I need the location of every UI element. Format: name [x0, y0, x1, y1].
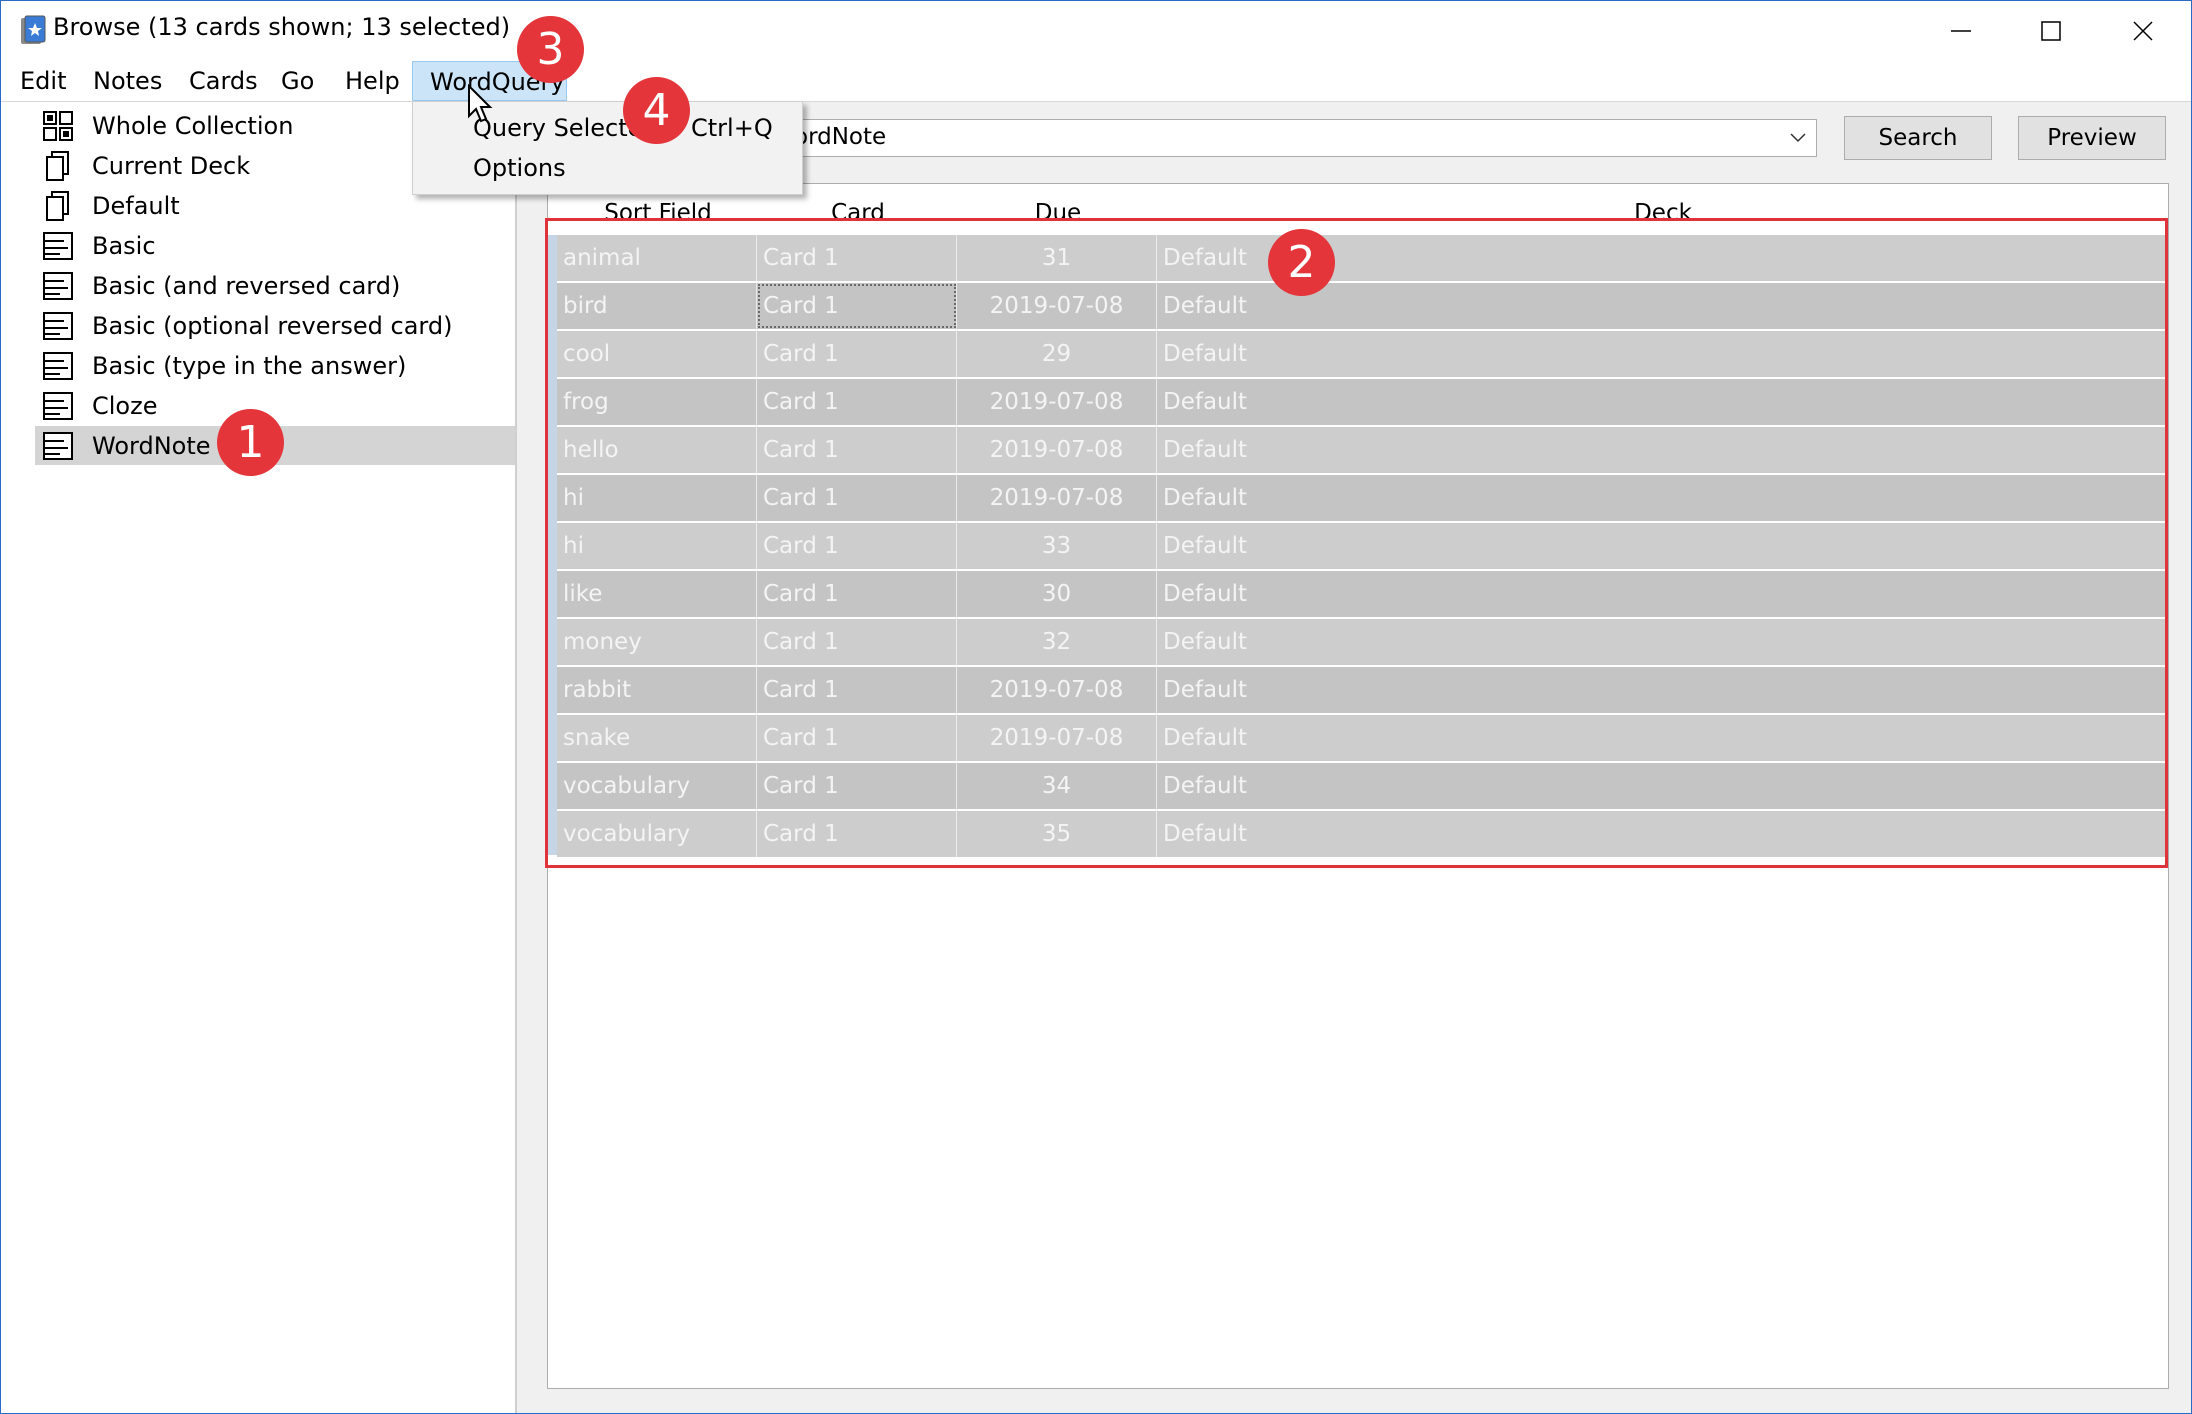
window-title: Browse (13 cards shown; 13 selected) — [53, 13, 511, 41]
mouse-cursor-icon — [468, 84, 493, 123]
sidebar: Whole Collection Current Deck Default Ba… — [1, 102, 517, 1413]
minimize-button[interactable] — [1915, 1, 2007, 61]
note-type-icon — [43, 391, 73, 420]
maximize-icon — [2041, 21, 2061, 41]
minimize-icon — [1951, 30, 1971, 32]
annotation-badge-2: 2 — [1268, 229, 1335, 296]
sidebar-item-label: Current Deck — [92, 151, 251, 180]
sidebar-item-basic-optional-reversed[interactable]: Basic (optional reversed card) — [35, 306, 515, 345]
deck-icon — [46, 190, 69, 221]
note-type-icon — [43, 231, 73, 260]
sidebar-item-label: Basic (type in the answer) — [92, 351, 407, 380]
menu-edit[interactable]: Edit — [3, 61, 83, 101]
sidebar-item-label: Default — [92, 191, 180, 220]
search-input-value: ordNote — [794, 124, 887, 150]
menu-go[interactable]: Go — [264, 61, 331, 101]
title-bar: Browse (13 cards shown; 13 selected) — [1, 1, 2191, 61]
preview-button[interactable]: Preview — [2018, 116, 2166, 160]
sidebar-item-basic[interactable]: Basic — [35, 226, 515, 265]
sidebar-item-label: Whole Collection — [92, 111, 294, 140]
annotation-badge-1: 1 — [217, 409, 284, 476]
shortcut-label: Ctrl+Q — [691, 114, 773, 142]
sidebar-item-label: Basic (and reversed card) — [92, 271, 401, 300]
close-icon — [2133, 21, 2153, 41]
menu-item-options[interactable]: Options — [473, 154, 566, 182]
sidebar-item-label: Cloze — [92, 391, 158, 420]
annotation-badge-4: 4 — [623, 77, 690, 144]
sidebar-item-label: Basic (optional reversed card) — [92, 311, 453, 340]
browse-window: Browse (13 cards shown; 13 selected) Edi… — [0, 0, 2192, 1414]
menu-bar: Edit Notes Cards Go Help WordQuery — [1, 61, 2191, 102]
annotation-highlight-box — [545, 218, 2168, 868]
close-button[interactable] — [2097, 1, 2189, 61]
anki-app-icon — [21, 15, 46, 44]
note-type-icon — [43, 271, 73, 300]
menu-cards[interactable]: Cards — [172, 61, 275, 101]
search-input[interactable]: ordNote — [779, 119, 1817, 157]
collection-icon — [43, 110, 73, 141]
sidebar-item-label: Basic — [92, 231, 156, 260]
menu-notes[interactable]: Notes — [76, 61, 179, 101]
note-type-icon — [43, 311, 73, 340]
annotation-badge-3: 3 — [517, 16, 584, 83]
sidebar-item-basic-reversed[interactable]: Basic (and reversed card) — [35, 266, 515, 305]
menu-help[interactable]: Help — [328, 61, 417, 101]
chevron-down-icon[interactable] — [1790, 132, 1806, 144]
maximize-button[interactable] — [2005, 1, 2097, 61]
search-button[interactable]: Search — [1844, 116, 1992, 160]
sidebar-item-basic-type-answer[interactable]: Basic (type in the answer) — [35, 346, 515, 385]
note-type-icon — [43, 431, 73, 460]
sidebar-item-label: WordNote — [92, 431, 211, 460]
note-type-icon — [43, 351, 73, 380]
deck-icon — [46, 150, 69, 181]
